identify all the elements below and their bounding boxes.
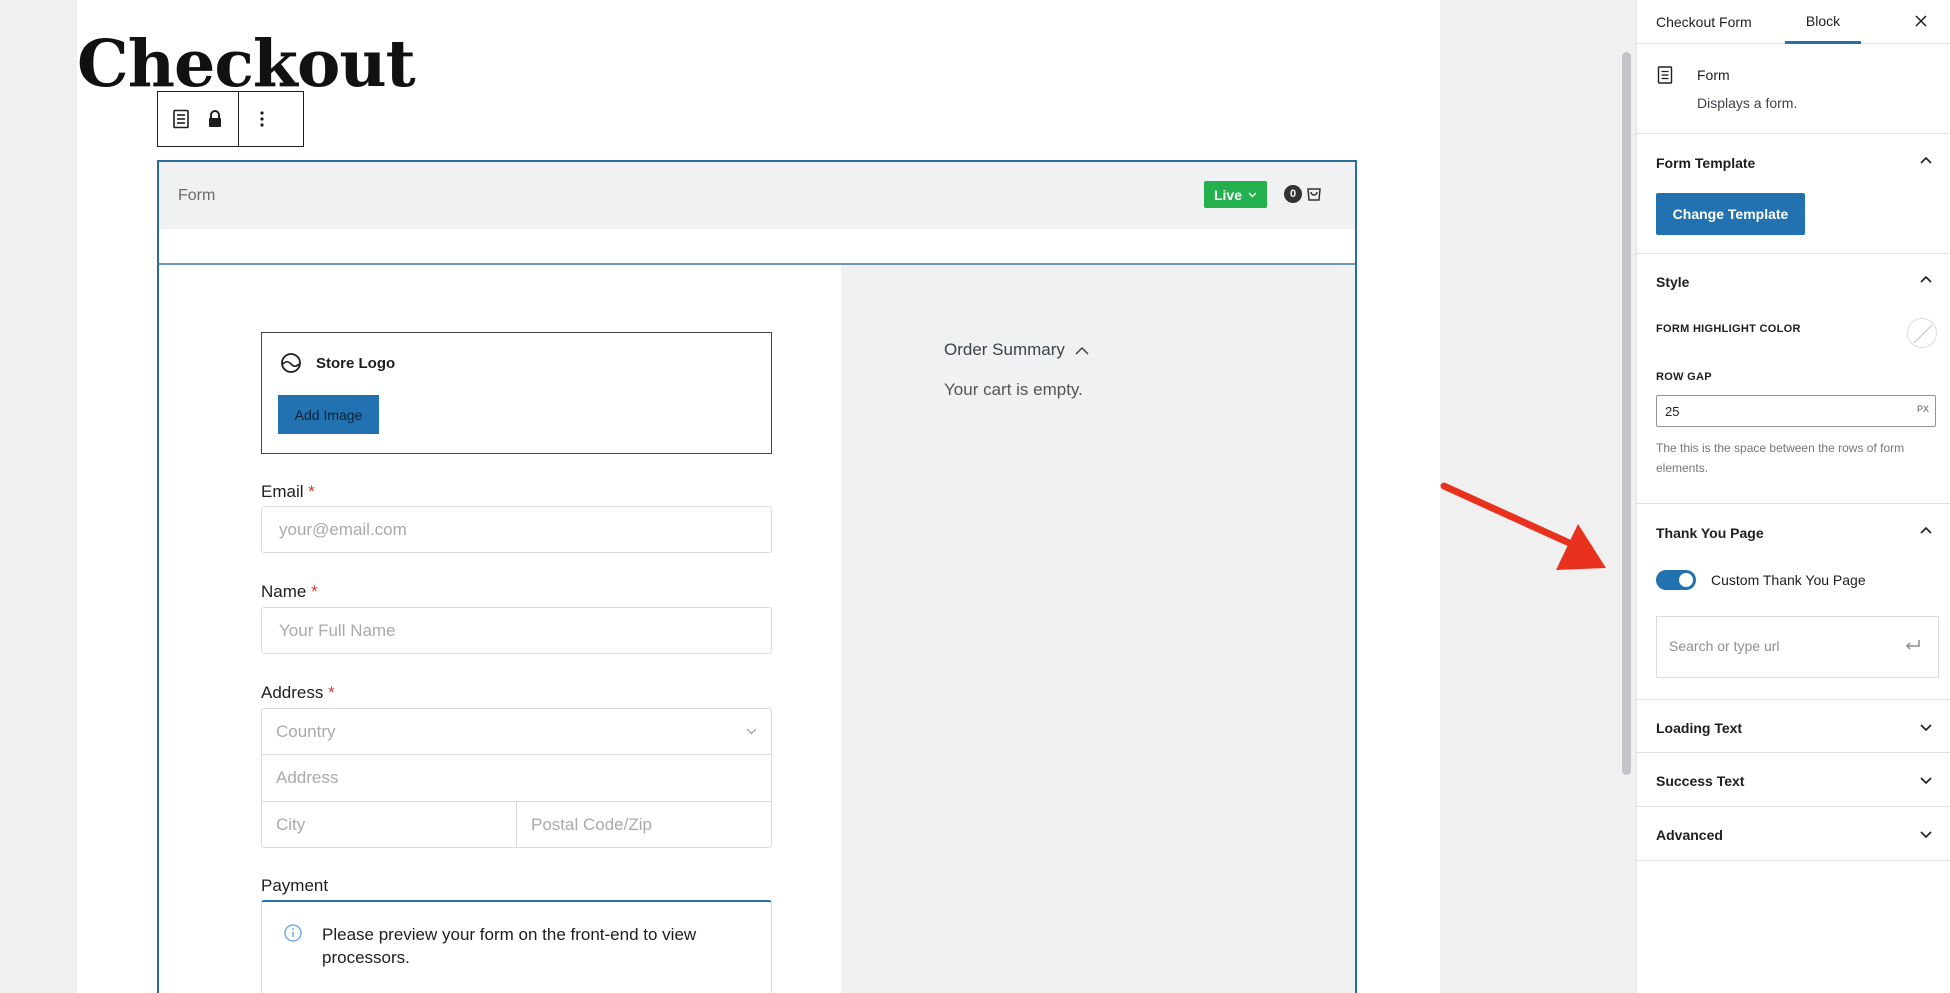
editor-scrollbar-thumb[interactable] [1622, 52, 1631, 775]
block-toolbar-group [158, 92, 238, 146]
name-label: Name * [261, 582, 318, 602]
block-card-title: Form [1697, 67, 1730, 83]
success-text-panel[interactable]: Success Text [1637, 753, 1950, 807]
form-header-label: Form [178, 187, 216, 204]
thank-you-panel: Thank You Page Custom Thank You Page [1637, 504, 1950, 700]
block-card: Form Displays a form. [1637, 44, 1950, 134]
chevron-down-icon [1248, 192, 1257, 197]
checkout-form-block[interactable]: Form Live 0 Order Summary Your cart is e… [157, 160, 1357, 993]
url-submit-button[interactable] [1898, 631, 1928, 661]
change-template-button[interactable]: Change Template [1656, 193, 1805, 235]
chevron-up-icon [1075, 346, 1089, 355]
custom-thank-you-toggle[interactable] [1656, 570, 1696, 590]
toggle-knob [1679, 573, 1693, 587]
email-label-text: Email [261, 482, 304, 501]
settings-sidebar: Checkout Form Block Form Displays a form… [1636, 0, 1950, 993]
highlight-color-label: FORM HIGHLIGHT COLOR [1656, 323, 1801, 335]
address-label: Address * [261, 683, 335, 703]
payment-label: Payment [261, 876, 329, 895]
row-gap-label: ROW GAP [1656, 371, 1712, 383]
thank-you-panel-title[interactable]: Thank You Page [1656, 525, 1764, 541]
required-marker: * [308, 482, 315, 501]
enter-icon [1905, 640, 1920, 650]
close-sidebar-button[interactable] [1906, 6, 1936, 36]
chevron-down-icon [746, 728, 757, 735]
close-icon [1915, 15, 1927, 27]
payment-notice: Please preview your form on the front-en… [261, 900, 772, 993]
loading-text-title: Loading Text [1656, 720, 1743, 736]
cart-count-badge: 0 [1284, 185, 1302, 203]
success-text-title: Success Text [1656, 773, 1745, 789]
order-summary-toggle[interactable]: Order Summary [944, 340, 1089, 360]
annotation-arrow-icon [1440, 482, 1606, 570]
store-logo-row: Store Logo [280, 352, 395, 374]
cart-icon [1307, 188, 1321, 201]
more-options-icon[interactable] [251, 108, 273, 130]
tab-block[interactable]: Block [1785, 0, 1861, 44]
block-toolbar [157, 91, 304, 147]
store-logo-block[interactable]: Store Logo Add Image [261, 332, 772, 454]
form-template-panel: Form Template Change Template [1637, 134, 1950, 254]
info-icon [284, 924, 302, 942]
thank-you-url-input[interactable] [1669, 627, 1899, 665]
form-template-title[interactable]: Form Template [1656, 155, 1755, 171]
city-placeholder: City [276, 814, 306, 834]
chevron-down-icon [1920, 831, 1932, 839]
email-field[interactable] [261, 506, 772, 553]
city-field[interactable]: City [262, 802, 517, 847]
order-summary-pane: Order Summary Your cart is empty. [841, 265, 1355, 993]
store-logo-icon [281, 353, 301, 373]
highlight-color-swatch[interactable] [1907, 318, 1937, 348]
chevron-down-icon [1920, 777, 1932, 785]
form-block-header: Form Live 0 [159, 162, 1355, 229]
postal-code-field[interactable]: Postal Code/Zip [517, 802, 771, 847]
live-label: Live [1213, 186, 1242, 203]
required-marker: * [328, 683, 335, 702]
address-field-group: Country Address City Postal Code/Zip [261, 708, 772, 848]
style-panel-title[interactable]: Style [1656, 274, 1689, 290]
email-label: Email * [261, 482, 315, 502]
form-block-icon[interactable] [170, 108, 192, 130]
custom-thank-you-label: Custom Thank You Page [1711, 572, 1866, 588]
name-label-text: Name [261, 582, 307, 601]
postal-code-placeholder: Postal Code/Zip [531, 814, 652, 834]
advanced-title: Advanced [1656, 827, 1723, 843]
sidebar-tabs: Checkout Form Block [1637, 0, 1950, 44]
chevron-down-icon [1920, 724, 1932, 732]
block-card-description: Displays a form. [1697, 95, 1798, 111]
thank-you-url-box [1656, 616, 1939, 678]
required-marker: * [311, 582, 318, 601]
store-logo-label: Store Logo [316, 354, 396, 372]
payment-notice-text: Please preview your form on the front-en… [322, 925, 697, 967]
tab-checkout-form[interactable]: Checkout Form [1656, 0, 1752, 44]
loading-text-panel[interactable]: Loading Text [1637, 700, 1950, 753]
address-placeholder: Address [276, 768, 339, 787]
chevron-up-icon[interactable] [1918, 523, 1934, 539]
row-gap-unit[interactable]: PX [1917, 404, 1929, 414]
street-address-field[interactable]: Address [262, 755, 771, 802]
country-placeholder: Country [276, 721, 336, 741]
row-gap-value: 25 [1665, 403, 1680, 419]
row-gap-input[interactable]: 25 PX [1656, 395, 1936, 427]
lock-icon[interactable] [204, 108, 226, 130]
order-summary-title: Order Summary [944, 340, 1065, 359]
address-label-text: Address [261, 683, 324, 702]
cart-button[interactable]: 0 [1284, 184, 1324, 204]
editor-screen: Checkout Form Live 0 Order Summary Your … [0, 0, 1950, 993]
name-field[interactable] [261, 607, 772, 654]
chevron-up-icon[interactable] [1918, 272, 1934, 288]
form-block-icon [1657, 66, 1673, 89]
chevron-up-icon[interactable] [1918, 153, 1934, 169]
advanced-panel[interactable]: Advanced [1637, 807, 1950, 861]
live-mode-dropdown[interactable]: Live [1204, 181, 1267, 208]
row-gap-help-text: The this is the space between the rows o… [1656, 441, 1905, 475]
add-image-button[interactable]: Add Image [278, 395, 379, 434]
cart-empty-text: Your cart is empty. [944, 380, 1083, 399]
style-panel: Style FORM HIGHLIGHT COLOR ROW GAP 25 PX… [1637, 254, 1950, 504]
block-toolbar-options-group [238, 92, 285, 146]
country-select[interactable]: Country [262, 709, 771, 755]
